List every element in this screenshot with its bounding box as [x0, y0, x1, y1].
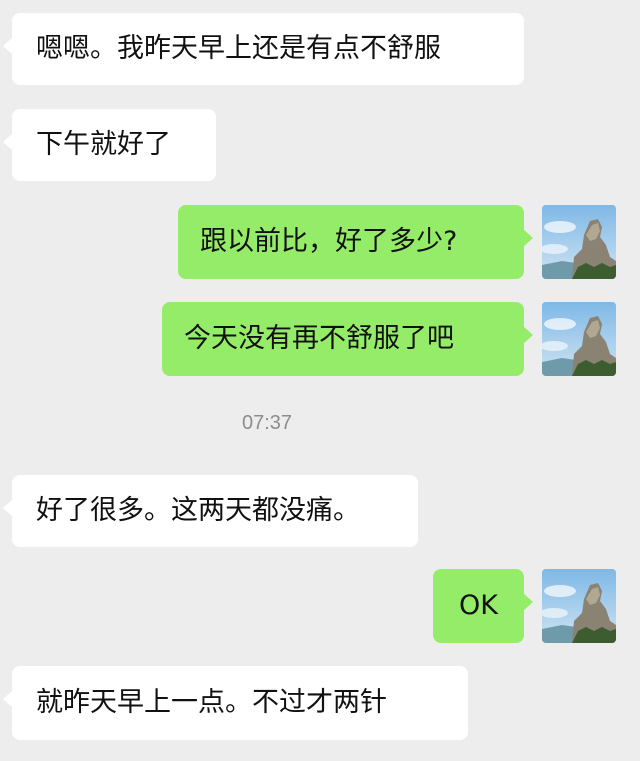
- mountain-rock-photo-icon: [542, 569, 616, 643]
- incoming-message-bubble[interactable]: 嗯嗯。我昨天早上还是有点不舒服: [3, 13, 524, 85]
- message-timestamp: 07:37: [241, 412, 293, 434]
- outgoing-message-bubble[interactable]: 今天没有再不舒服了吧: [162, 302, 533, 376]
- incoming-message-bubble[interactable]: 下午就好了: [3, 109, 216, 181]
- message-text: 今天没有再不舒服了吧: [184, 323, 454, 354]
- incoming-message-bubble[interactable]: 就昨天早上一点。不过才两针: [3, 666, 468, 740]
- message-text: 跟以前比，好了多少?: [200, 226, 458, 257]
- avatar[interactable]: [542, 569, 616, 643]
- outgoing-message-bubble[interactable]: 跟以前比，好了多少?: [178, 205, 533, 279]
- outgoing-message-bubble[interactable]: OK: [433, 569, 533, 643]
- avatar[interactable]: [542, 205, 616, 279]
- mountain-rock-photo-icon: [542, 302, 616, 376]
- mountain-rock-photo-icon: [542, 205, 616, 279]
- incoming-message-bubble[interactable]: 好了很多。这两天都没痛。: [3, 475, 418, 547]
- avatar[interactable]: [542, 302, 616, 376]
- message-text: 嗯嗯。我昨天早上还是有点不舒服: [36, 33, 441, 64]
- message-text: 好了很多。这两天都没痛。: [36, 495, 360, 526]
- message-text: 下午就好了: [36, 129, 171, 160]
- chat-area[interactable]: 嗯嗯。我昨天早上还是有点不舒服 下午就好了 跟以前比，好了多少? 今天没有再不舒…: [0, 0, 640, 761]
- message-text: 就昨天早上一点。不过才两针: [36, 687, 387, 718]
- message-text: OK: [459, 590, 498, 621]
